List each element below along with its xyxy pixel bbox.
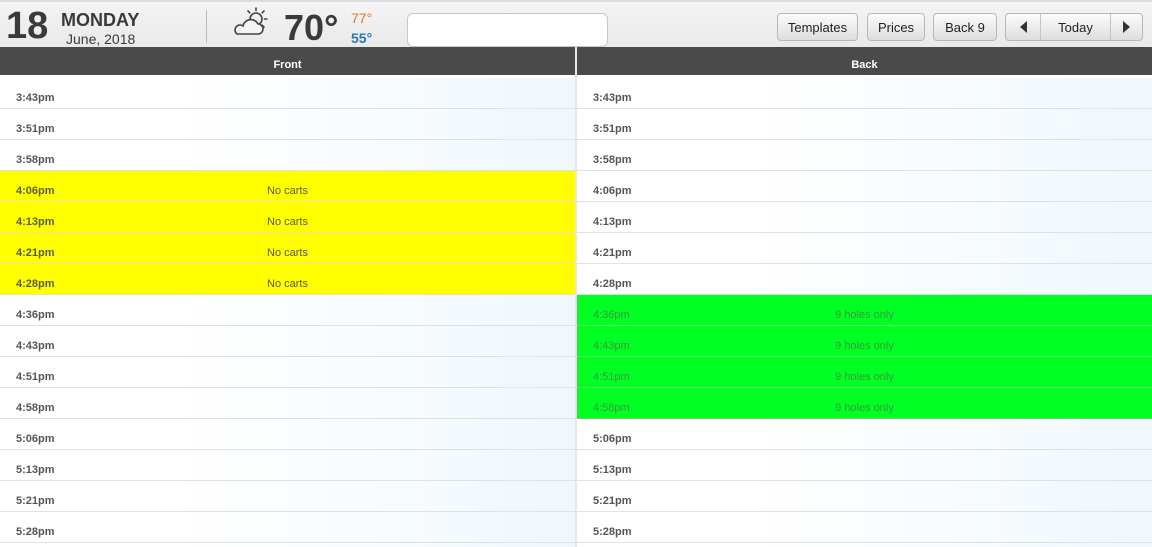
high-temperature: 77° xyxy=(351,10,373,26)
tee-time: 4:21pm xyxy=(593,247,632,259)
tee-time-note: 9 holes only xyxy=(835,402,894,414)
tee-time-row[interactable]: 3:51pm xyxy=(577,109,1152,140)
tee-time-row[interactable]: 5:28pm xyxy=(0,512,575,543)
tee-time: 4:28pm xyxy=(593,278,632,290)
search-input[interactable] xyxy=(407,13,608,47)
tee-time: 5:28pm xyxy=(593,526,632,538)
tee-time: 5:21pm xyxy=(593,495,632,507)
tee-time: 3:43pm xyxy=(16,92,55,104)
tee-time-row[interactable]: 3:43pm xyxy=(577,78,1152,109)
front-column-header: Front xyxy=(0,47,575,75)
tee-time: 4:58pm xyxy=(16,402,55,414)
tee-time-row[interactable]: 4:28pm No carts xyxy=(0,264,575,295)
tee-time: 4:43pm xyxy=(16,340,55,352)
tee-time: 4:06pm xyxy=(593,185,632,197)
tee-time-row[interactable]: 4:13pm xyxy=(577,202,1152,233)
tee-time: 3:58pm xyxy=(16,154,55,166)
tee-time-row[interactable]: 4:21pm No carts xyxy=(0,233,575,264)
next-day-button[interactable] xyxy=(1110,14,1142,40)
chevron-left-icon xyxy=(1019,21,1027,33)
tee-time-row[interactable]: 4:51pm xyxy=(0,357,575,388)
tee-time-row[interactable]: 5:06pm xyxy=(577,419,1152,450)
tee-time-row[interactable]: 5:21pm xyxy=(0,481,575,512)
tee-time: 5:13pm xyxy=(593,464,632,476)
tee-time: 5:06pm xyxy=(593,433,632,445)
tee-time-row[interactable]: 5:21pm xyxy=(577,481,1152,512)
tee-time-row[interactable]: 5:06pm xyxy=(0,419,575,450)
low-temperature: 55° xyxy=(351,30,373,46)
tee-time-row[interactable]: 3:43pm xyxy=(0,78,575,109)
tee-time-note: 9 holes only xyxy=(835,371,894,383)
tee-time: 4:36pm xyxy=(16,309,55,321)
tee-time: 3:58pm xyxy=(593,154,632,166)
tee-time-row[interactable]: 4:36pm xyxy=(0,295,575,326)
tee-time: 3:51pm xyxy=(593,123,632,135)
tee-time-row[interactable]: 5:13pm xyxy=(0,450,575,481)
tee-time-row[interactable]: 5:13pm xyxy=(577,450,1152,481)
day-number: 18 xyxy=(6,5,49,47)
tee-time-row[interactable]: 4:13pm No carts xyxy=(0,202,575,233)
tee-time-row[interactable]: 4:58pm 9 holes only xyxy=(577,388,1152,419)
day-name: MONDAY xyxy=(61,10,140,30)
tee-time-row[interactable]: 4:43pm xyxy=(0,326,575,357)
templates-button[interactable]: Templates xyxy=(777,13,858,41)
back-tee-sheet: 3:43pm 3:51pm 3:58pm 4:06pm 4:13pm 4:21pm 4:28… xyxy=(577,78,1152,547)
tee-time-note: No carts xyxy=(267,278,308,290)
tee-time-row[interactable]: 4:21pm xyxy=(577,233,1152,264)
tee-time-row[interactable]: 4:43pm 9 holes only xyxy=(577,326,1152,357)
tee-time-row[interactable]: 5:28pm xyxy=(577,512,1152,543)
tee-time-row[interactable]: 4:36pm 9 holes only xyxy=(577,295,1152,326)
tee-time-row[interactable]: 3:58pm xyxy=(0,140,575,171)
chevron-right-icon xyxy=(1123,21,1130,33)
tee-time: 4:51pm xyxy=(16,371,55,383)
tee-time: 4:13pm xyxy=(593,216,632,228)
date-navigation: Today xyxy=(1005,13,1143,41)
back-column-header: Back xyxy=(577,47,1152,75)
tee-time: 5:13pm xyxy=(16,464,55,476)
today-button[interactable]: Today xyxy=(1041,14,1110,40)
current-temperature: 70° xyxy=(284,7,339,48)
tee-time-note: No carts xyxy=(267,185,308,197)
tee-time-note: No carts xyxy=(267,216,308,228)
tee-time-row[interactable]: 4:51pm 9 holes only xyxy=(577,357,1152,388)
header-divider xyxy=(206,10,207,43)
tee-time-row[interactable]: 4:28pm xyxy=(577,264,1152,295)
tee-time: 3:43pm xyxy=(593,92,632,104)
tee-time-note: 9 holes only xyxy=(835,309,894,321)
tee-time: 5:21pm xyxy=(16,495,55,507)
back9-button[interactable]: Back 9 xyxy=(933,13,997,41)
prices-button[interactable]: Prices xyxy=(867,13,925,41)
front-tee-sheet: 3:43pm 3:51pm 3:58pm 4:06pm No carts 4:13pm No… xyxy=(0,78,575,547)
tee-time-row[interactable]: 4:06pm No carts xyxy=(0,171,575,202)
tee-time-row[interactable]: 3:51pm xyxy=(0,109,575,140)
month-year: June, 2018 xyxy=(66,31,136,47)
tee-time: 5:28pm xyxy=(16,526,55,538)
tee-time-row[interactable]: 4:58pm xyxy=(0,388,575,419)
top-bar: 18 MONDAY June, 2018 70° 77° 55° Templat… xyxy=(0,0,1152,48)
partly-cloudy-icon xyxy=(231,7,271,39)
tee-time: 5:06pm xyxy=(16,433,55,445)
tee-time-row[interactable]: 4:06pm xyxy=(577,171,1152,202)
previous-day-button[interactable] xyxy=(1006,14,1041,40)
tee-time-row[interactable]: 3:58pm xyxy=(577,140,1152,171)
tee-time-note: No carts xyxy=(267,247,308,259)
tee-time: 3:51pm xyxy=(16,123,55,135)
tee-time-note: 9 holes only xyxy=(835,340,894,352)
